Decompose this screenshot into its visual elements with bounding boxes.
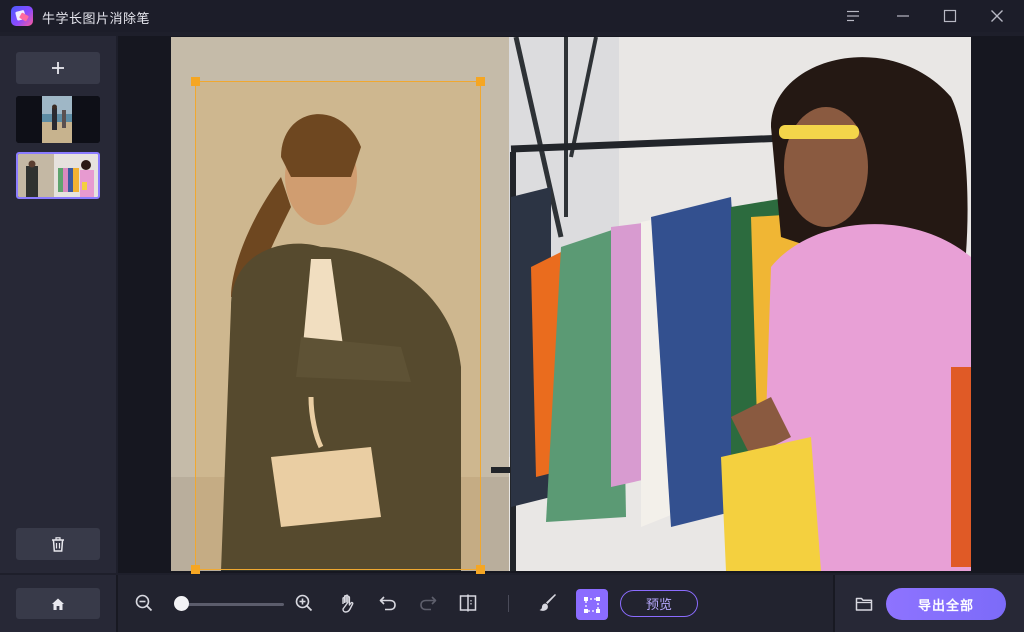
home-section xyxy=(0,575,116,632)
export-all-button[interactable]: 导出全部 xyxy=(886,588,1006,620)
selection-handle-top-left[interactable] xyxy=(191,77,200,86)
image-thumbnail-1[interactable] xyxy=(16,96,100,143)
zoom-slider-handle[interactable] xyxy=(174,596,190,611)
preview-button[interactable]: 预览 xyxy=(620,590,698,617)
image-list-sidebar xyxy=(0,36,116,573)
selection-handle-bottom-right[interactable] xyxy=(476,565,485,574)
app-title: 牛学长图片消除笔 xyxy=(42,11,151,26)
divider xyxy=(116,575,118,632)
title-bar: 牛学长图片消除笔 xyxy=(0,0,1024,32)
toolbar-divider xyxy=(508,595,509,612)
selection-box[interactable] xyxy=(191,77,485,574)
undo-button[interactable] xyxy=(377,592,399,614)
thumbnail-image xyxy=(16,96,100,143)
delete-image-button[interactable] xyxy=(16,528,100,560)
brush-tool-button[interactable] xyxy=(537,592,559,614)
selection-handle-bottom-left[interactable] xyxy=(191,565,200,574)
close-button[interactable] xyxy=(974,0,1020,32)
app-logo-icon xyxy=(11,6,33,26)
zoom-out-icon xyxy=(135,594,153,612)
brush-icon xyxy=(539,594,556,611)
thumbnail-image-selected xyxy=(18,154,98,197)
zoom-slider-track[interactable] xyxy=(178,603,284,606)
image-thumbnail-2[interactable] xyxy=(16,152,100,199)
maximize-icon xyxy=(943,9,957,23)
home-icon xyxy=(52,598,64,610)
minimize-icon xyxy=(897,15,909,17)
zoom-out-button[interactable] xyxy=(133,592,155,614)
add-image-button[interactable] xyxy=(16,52,100,84)
redo-button[interactable] xyxy=(417,592,439,614)
hand-icon xyxy=(342,594,354,613)
home-button[interactable] xyxy=(16,588,100,619)
export-section: 导出全部 xyxy=(835,575,1024,632)
rect-select-icon xyxy=(584,596,600,613)
menu-button[interactable] xyxy=(830,0,876,32)
close-icon xyxy=(991,10,1003,22)
selection-handle-top-right[interactable] xyxy=(476,77,485,86)
trash-icon xyxy=(52,536,64,552)
bottom-toolbar: 预览 导出全部 xyxy=(0,575,1024,632)
zoom-in-icon xyxy=(295,594,313,612)
open-folder-button[interactable] xyxy=(853,593,875,615)
zoom-in-button[interactable] xyxy=(293,592,315,614)
undo-icon xyxy=(379,596,396,611)
rect-select-tool-button[interactable] xyxy=(576,589,608,620)
pan-hand-button[interactable] xyxy=(337,592,359,614)
redo-icon xyxy=(420,596,437,611)
minimize-button[interactable] xyxy=(880,0,926,32)
menu-icon xyxy=(847,10,859,22)
plus-icon xyxy=(52,62,64,74)
folder-icon xyxy=(855,597,873,611)
compare-icon xyxy=(459,594,477,612)
compare-button[interactable] xyxy=(457,592,479,614)
maximize-button[interactable] xyxy=(927,0,973,32)
